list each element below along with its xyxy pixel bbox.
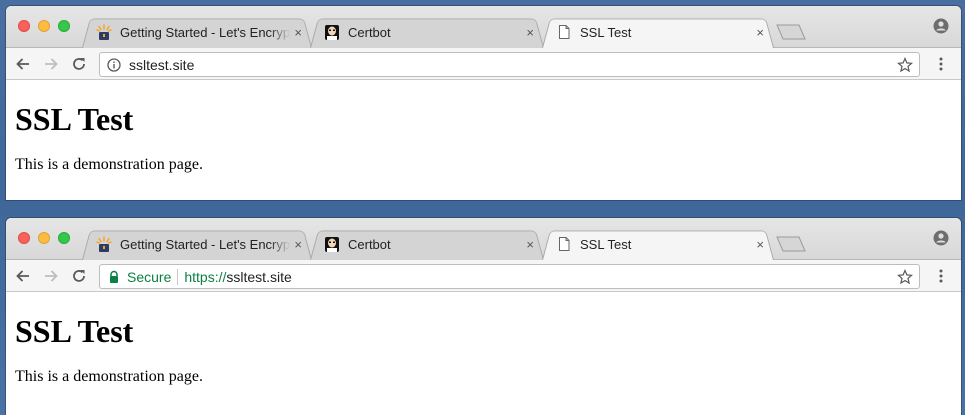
tab-lets-encrypt[interactable]: Getting Started - Let's Encrypt ×	[82, 16, 312, 48]
tab-title: SSL Test	[580, 24, 632, 40]
tab-close-icon[interactable]: ×	[294, 25, 302, 40]
tab-lets-encrypt[interactable]: Getting Started - Let's Encrypt ×	[82, 228, 312, 260]
url-host: ssltest.site	[226, 268, 292, 285]
new-tab-button[interactable]	[776, 236, 806, 252]
lets-encrypt-icon	[96, 236, 112, 252]
menu-icon[interactable]	[933, 268, 949, 284]
tab-title: Certbot	[348, 236, 391, 252]
profile-icon[interactable]	[933, 18, 949, 34]
tab-close-icon[interactable]: ×	[756, 25, 764, 40]
tab-ssl-test[interactable]: SSL Test ×	[542, 228, 774, 260]
page-paragraph: This is a demonstration page.	[15, 156, 203, 173]
window-controls	[18, 232, 70, 244]
close-window-button[interactable]	[18, 232, 30, 244]
tab-title: SSL Test	[580, 236, 632, 252]
toolbar: Secure https://ssltest.site	[6, 260, 961, 292]
minimize-window-button[interactable]	[38, 232, 50, 244]
tab-certbot[interactable]: Certbot ×	[310, 228, 544, 260]
forward-icon[interactable]	[42, 267, 60, 285]
tab-strip: Getting Started - Let's Encrypt × Certbo…	[6, 218, 961, 260]
tab-title: Certbot	[348, 24, 391, 40]
tab-title: Getting Started - Let's Encrypt	[120, 236, 291, 252]
tab-ssl-test[interactable]: SSL Test ×	[542, 16, 774, 48]
page-paragraph: This is a demonstration page.	[15, 368, 203, 385]
tab-certbot[interactable]: Certbot ×	[310, 16, 544, 48]
page-content: SSL Test This is a demonstration page.	[6, 101, 961, 175]
page-content: SSL Test This is a demonstration page.	[6, 313, 961, 387]
forward-icon[interactable]	[42, 55, 60, 73]
chip-divider	[177, 268, 179, 285]
info-icon[interactable]	[107, 57, 121, 72]
page-icon	[559, 25, 570, 39]
page-icon	[559, 237, 570, 251]
tab-close-icon[interactable]: ×	[756, 237, 764, 252]
back-icon[interactable]	[14, 55, 32, 73]
tab-title: Getting Started - Let's Encrypt	[120, 24, 291, 40]
certbot-icon	[325, 237, 339, 252]
back-icon[interactable]	[14, 267, 32, 285]
close-window-button[interactable]	[18, 20, 30, 32]
bookmark-star-icon[interactable]	[897, 269, 913, 285]
page-heading: SSL Test	[15, 101, 134, 137]
tab-close-icon[interactable]: ×	[526, 25, 534, 40]
tab-strip: Getting Started - Let's Encrypt × Certbo…	[6, 6, 961, 48]
toolbar: ssltest.site	[6, 48, 961, 80]
lock-icon	[110, 270, 118, 283]
browser-window-https: Getting Started - Let's Encrypt × Certbo…	[6, 218, 961, 415]
maximize-window-button[interactable]	[58, 20, 70, 32]
certbot-icon	[325, 25, 339, 40]
page-heading: SSL Test	[15, 313, 134, 349]
minimize-window-button[interactable]	[38, 20, 50, 32]
address-bar[interactable]: Secure https://ssltest.site	[99, 264, 920, 289]
tab-close-icon[interactable]: ×	[294, 237, 302, 252]
profile-icon[interactable]	[933, 230, 949, 246]
lets-encrypt-icon	[96, 24, 112, 40]
new-tab-button[interactable]	[776, 24, 806, 40]
url-text: https://ssltest.site	[184, 269, 291, 285]
secure-label: Secure	[127, 268, 172, 285]
reload-icon[interactable]	[70, 55, 88, 73]
browser-window-http: Getting Started - Let's Encrypt × Certbo…	[6, 6, 961, 200]
window-controls	[18, 20, 70, 32]
tab-close-icon[interactable]: ×	[526, 237, 534, 252]
bookmark-star-icon[interactable]	[897, 57, 913, 73]
address-bar[interactable]: ssltest.site	[99, 52, 920, 77]
reload-icon[interactable]	[70, 267, 88, 285]
menu-icon[interactable]	[933, 56, 949, 72]
url-scheme: https://	[184, 268, 227, 285]
maximize-window-button[interactable]	[58, 232, 70, 244]
url-text: ssltest.site	[129, 56, 195, 73]
security-chip[interactable]: Secure	[107, 269, 171, 285]
